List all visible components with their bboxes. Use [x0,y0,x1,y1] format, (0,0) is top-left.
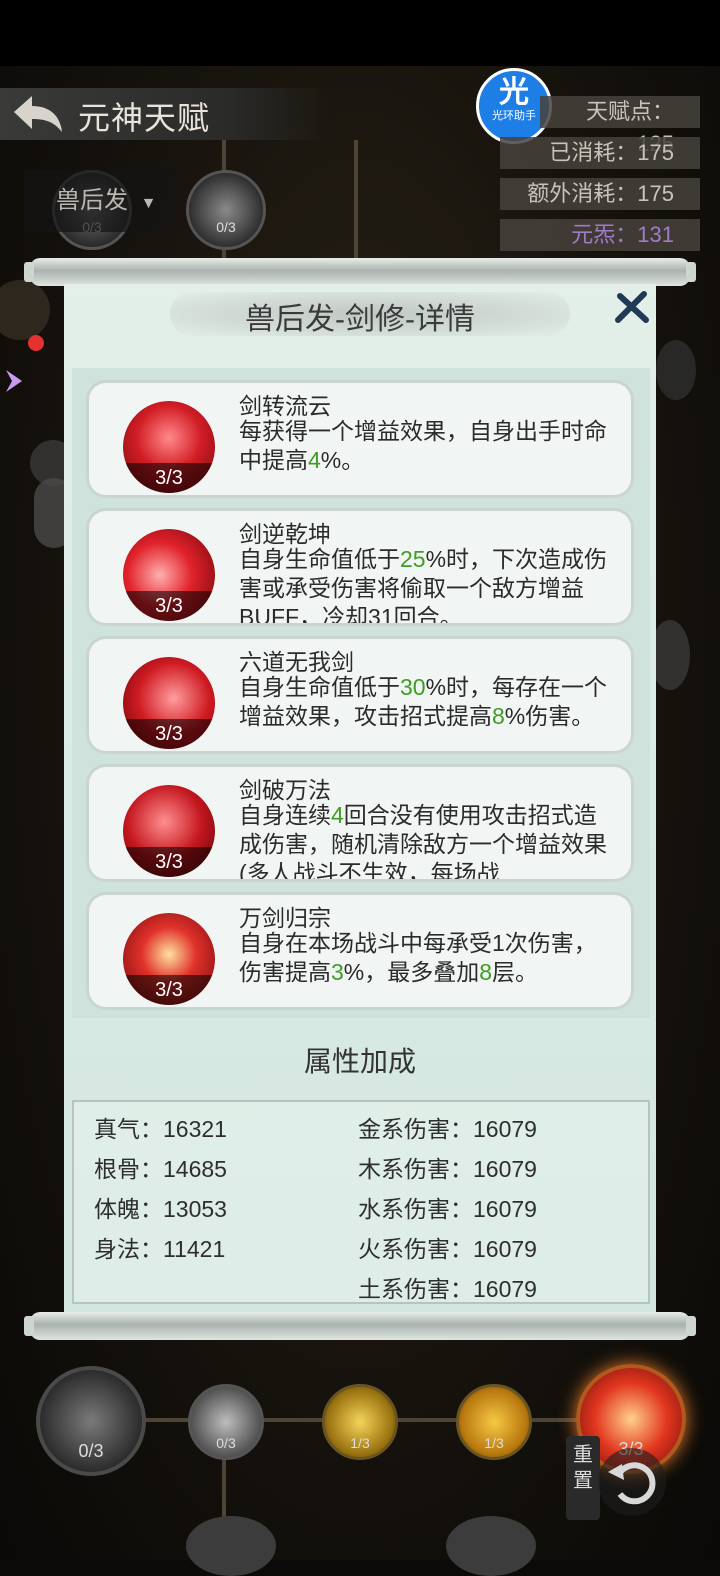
skill-name: 六道无我剑 [239,649,354,675]
search-icon[interactable] [656,340,696,400]
talent-node-count: 0/3 [216,1435,236,1451]
talent-node[interactable]: 0/3 [186,170,266,250]
skill-description: 自身在本场战斗中每承受1次伤害，伤害提高3%，最多叠加8层。 [239,929,619,987]
highlight-value: 4 [331,802,344,828]
talent-node-count: 0/3 [78,1441,104,1461]
chevron-down-icon: ▼ [140,195,157,212]
status-bar [0,0,720,66]
talent-node[interactable] [186,1516,276,1576]
talent-node-count: 1/3 [484,1435,504,1451]
rod-cap [24,1316,34,1336]
back-arrow-icon[interactable] [10,92,66,138]
description-text: 自身连续 [239,802,331,828]
notification-dot [28,335,44,351]
attributes-title: 属性加成 [303,1046,416,1077]
helper-badge-caption: 光环助手 [492,110,536,122]
sword-reverse-skill-icon: 3/3 [123,529,215,621]
skill-card[interactable]: 3/3 万剑归宗 自身在本场战斗中每承受1次伤害，伤害提高3%，最多叠加8层。 [86,892,634,1010]
rod-cap [686,262,696,282]
skill-name: 剑破万法 [239,777,331,803]
panel-title: 兽后发-剑修-详情 [245,303,475,336]
description-text: 层。 [492,959,539,985]
ten-thousand-swords-skill-icon: 3/3 [123,913,215,1005]
element-stat: 元炁：131 [500,219,700,251]
talent-node[interactable]: 1/3 [456,1384,532,1460]
talent-node[interactable]: 0/3 [36,1366,146,1476]
reset-label[interactable]: 重置 [566,1436,600,1520]
category-dropdown[interactable]: 兽后发 ▼ [24,170,174,232]
skill-description: 自身生命值低于25%时，下次造成伤害或承受伤害将偷取一个敌方增益BUFF，冷却3… [239,545,619,623]
highlight-value: 8 [479,959,493,985]
rod-cap [24,262,34,282]
attribute-value: 身法：11421 [94,1236,226,1262]
description-text: 自身生命值低于 [239,674,400,700]
description-text: %，最多叠加 [343,959,480,985]
talent-node[interactable] [650,620,690,690]
attribute-value: 根骨：14685 [94,1156,227,1182]
skill-card[interactable]: 3/3 剑逆乾坤 自身生命值低于25%时，下次造成伤害或承受伤害将偷取一个敌方增… [86,508,634,626]
close-icon[interactable] [614,290,650,326]
talent-node-count: 0/3 [216,219,236,235]
attributes-box: 真气：16321 根骨：14685 体魄：13053 身法：11421 金系伤害… [72,1100,650,1304]
skill-level: 3/3 [123,463,215,493]
six-paths-sword-skill-icon: 3/3 [123,657,215,749]
skill-level: 3/3 [123,975,215,1005]
sword-cloud-skill-icon: 3/3 [123,401,215,493]
attribute-value: 水系伤害：16079 [358,1196,537,1222]
highlight-value: 3 [331,959,344,985]
skill-list[interactable]: 3/3 剑转流云 每获得一个增益效果，自身出手时命中提高4%。 3/3 剑逆乾坤… [72,368,650,1018]
highlight-value: 25 [400,546,426,572]
skill-level: 3/3 [123,847,215,877]
consumed-stat: 已消耗：175 [500,137,700,169]
scroll-rod-top [24,258,696,286]
description-text: 每获得一个增益效果，自身出手时命中提高 [239,418,607,473]
reset-icon[interactable] [596,1446,668,1518]
attribute-value: 金系伤害：16079 [358,1116,537,1142]
attribute-value: 木系伤害：16079 [358,1156,537,1182]
attribute-value: 体魄：13053 [94,1196,227,1222]
description-text: %伤害。 [504,703,595,729]
talent-node[interactable]: 1/3 [322,1384,398,1460]
helper-badge-glyph: 光 [499,76,529,109]
highlight-value: 30 [400,674,426,700]
attribute-value: 火系伤害：16079 [358,1236,537,1262]
skill-card[interactable]: 3/3 六道无我剑 自身生命值低于30%时，每存在一个增益效果，攻击招式提高8%… [86,636,634,754]
side-arrow-icon[interactable] [4,368,24,394]
rod-cap [686,1316,696,1336]
sword-break-skill-icon: 3/3 [123,785,215,877]
attribute-value: 土系伤害：16079 [358,1276,537,1302]
skill-level: 3/3 [123,591,215,621]
page-title: 元神天赋 [78,100,211,136]
skill-name: 剑转流云 [239,393,331,419]
skill-card[interactable]: 3/3 剑破万法 自身连续4回合没有使用攻击招式造成伤害，随机清除敌方一个增益效… [86,764,634,882]
talent-node[interactable] [446,1516,536,1576]
skill-level: 3/3 [123,719,215,749]
attribute-value: 真气：16321 [94,1116,227,1142]
scroll-rod-bottom [24,1312,696,1340]
skill-description: 自身生命值低于30%时，每存在一个增益效果，攻击招式提高8%伤害。 [239,673,619,731]
skill-description: 自身连续4回合没有使用攻击招式造成伤害，随机清除敌方一个增益效果(多人战斗不生效… [239,801,619,879]
highlight-value: 4 [308,447,321,473]
skill-description: 每获得一个增益效果，自身出手时命中提高4%。 [239,417,619,475]
skill-card[interactable]: 3/3 剑转流云 每获得一个增益效果，自身出手时命中提高4%。 [86,380,634,498]
extra-consumed-stat: 额外消耗：175 [500,178,700,210]
highlight-value: 8 [492,703,505,729]
dropdown-value: 兽后发 [56,187,128,214]
talent-node[interactable]: 0/3 [188,1384,264,1460]
talent-node-count: 1/3 [350,1435,370,1451]
skill-name: 剑逆乾坤 [239,521,331,547]
talent-points-stat: 天赋点：125 [540,96,700,156]
description-text: %。 [320,447,365,473]
description-text: 自身生命值低于 [239,546,400,572]
skill-name: 万剑归宗 [239,905,331,931]
